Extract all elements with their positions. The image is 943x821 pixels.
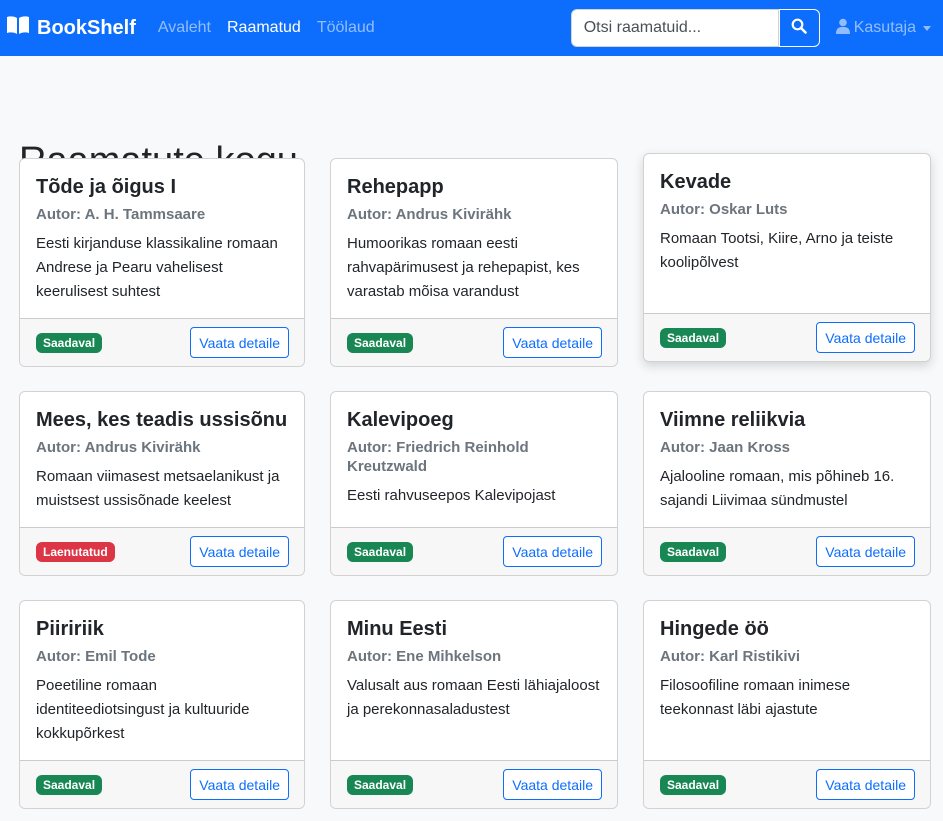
card-footer: Saadaval Vaata detaile	[644, 527, 930, 575]
book-description: Eesti rahvuseepos Kalevipojast	[347, 487, 556, 504]
book-description: Romaan Tootsi, Kiire, Arno ja teiste koo…	[660, 230, 894, 271]
card-footer: Saadaval Vaata detaile	[20, 760, 304, 808]
status-badge: Saadaval	[347, 541, 414, 562]
status-badge: Saadaval	[347, 332, 414, 353]
nav-link-dashboard[interactable]: Töölaud	[317, 19, 375, 37]
book-title: Mees, kes teadis ussisõnu	[36, 409, 288, 431]
brand-name: BookShelf	[37, 16, 136, 39]
view-details-button[interactable]: Vaata detaile	[816, 536, 915, 567]
book-card: Mees, kes teadis ussisõnu Autor: Andrus …	[19, 391, 305, 576]
book-author: Autor: Ene Mihkelson	[347, 648, 502, 665]
book-card: Hingede öö Autor: Karl Ristikivi Filosoo…	[643, 600, 931, 809]
navbar: BookShelf Avaleht Raamatud Töölaud Kasut…	[0, 0, 943, 56]
book-description: Humoorikas romaan eesti rahvapärimusest …	[347, 235, 580, 300]
book-author: Autor: Emil Tode	[36, 648, 156, 665]
view-details-button[interactable]: Vaata detaile	[190, 327, 289, 358]
search-input[interactable]	[570, 9, 779, 47]
nav-link-home[interactable]: Avaleht	[158, 19, 211, 37]
book-description: Poeetiline romaan identiteediotsingust j…	[36, 677, 250, 742]
book-icon	[6, 15, 37, 41]
book-author: Autor: Karl Ristikivi	[660, 648, 801, 665]
book-description: Valusalt aus romaan Eesti lähiajaloost j…	[347, 677, 600, 718]
card-footer: Saadaval Vaata detaile	[644, 313, 930, 361]
status-badge: Saadaval	[36, 774, 103, 795]
card-footer: Saadaval Vaata detaile	[331, 760, 617, 808]
card-footer: Saadaval Vaata detaile	[331, 527, 617, 575]
status-badge: Saadaval	[660, 774, 727, 795]
book-description: Romaan viimasest metsaelanikust ja muist…	[36, 468, 280, 509]
card-footer: Saadaval Vaata detaile	[331, 318, 617, 366]
book-title: Rehepapp	[347, 176, 444, 198]
book-card: Piiririik Autor: Emil Tode Poeetiline ro…	[19, 600, 305, 809]
card-body: Rehepapp Autor: Andrus Kivirähk Humoorik…	[331, 159, 617, 318]
user-icon	[835, 18, 854, 39]
book-author: Autor: Jaan Kross	[660, 439, 791, 456]
card-body: Mees, kes teadis ussisõnu Autor: Andrus …	[20, 392, 304, 527]
brand[interactable]: BookShelf	[6, 15, 136, 41]
book-author: Autor: Friedrich Reinhold Kreutzwald	[347, 439, 529, 475]
status-badge: Saadaval	[660, 541, 727, 562]
book-author: Autor: Andrus Kivirähk	[36, 439, 201, 456]
card-footer: Laenutatud Vaata detaile	[20, 527, 304, 575]
book-grid: Tõde ja õigus I Autor: A. H. Tammsaare E…	[19, 153, 931, 809]
view-details-button[interactable]: Vaata detaile	[503, 536, 602, 567]
book-title: Tõde ja õigus I	[36, 176, 177, 198]
nav-links: Avaleht Raamatud Töölaud	[158, 19, 391, 37]
book-title: Hingede öö	[660, 618, 769, 640]
search-form	[570, 9, 820, 47]
book-card: Kevade Autor: Oskar Luts Romaan Tootsi, …	[643, 153, 931, 362]
search-button[interactable]	[778, 9, 820, 47]
status-badge: Saadaval	[347, 774, 414, 795]
user-label: Kasutaja	[853, 19, 916, 36]
user-menu[interactable]: Kasutaja	[835, 18, 931, 39]
book-title: Viimne reliikvia	[660, 409, 806, 431]
view-details-button[interactable]: Vaata detaile	[190, 536, 289, 567]
book-description: Filosoofiline romaan inimese teekonnast …	[660, 677, 851, 718]
book-card: Viimne reliikvia Autor: Jaan Kross Ajalo…	[643, 391, 931, 576]
book-author: Autor: Andrus Kivirähk	[347, 206, 512, 223]
book-title: Kalevipoeg	[347, 409, 454, 431]
book-title: Piiririik	[36, 618, 104, 640]
book-author: Autor: A. H. Tammsaare	[36, 206, 206, 223]
view-details-button[interactable]: Vaata detaile	[503, 769, 602, 800]
card-body: Kalevipoeg Autor: Friedrich Reinhold Kre…	[331, 392, 617, 527]
view-details-button[interactable]: Vaata detaile	[816, 769, 915, 800]
card-body: Piiririik Autor: Emil Tode Poeetiline ro…	[20, 601, 304, 760]
card-footer: Saadaval Vaata detaile	[644, 760, 930, 808]
card-body: Viimne reliikvia Autor: Jaan Kross Ajalo…	[644, 392, 930, 527]
book-title: Minu Eesti	[347, 618, 448, 640]
book-card: Tõde ja õigus I Autor: A. H. Tammsaare E…	[19, 158, 305, 367]
caret-down-icon	[923, 25, 931, 31]
status-badge: Laenutatud	[36, 541, 115, 562]
book-card: Minu Eesti Autor: Ene Mihkelson Valusalt…	[330, 600, 618, 809]
book-description: Eesti kirjanduse klassikaline romaan And…	[36, 235, 278, 300]
book-card: Kalevipoeg Autor: Friedrich Reinhold Kre…	[330, 391, 618, 576]
search-icon	[791, 18, 808, 39]
card-body: Tõde ja õigus I Autor: A. H. Tammsaare E…	[20, 159, 304, 318]
book-description: Ajalooline romaan, mis põhineb 16. sajan…	[660, 468, 895, 509]
status-badge: Saadaval	[36, 332, 103, 353]
view-details-button[interactable]: Vaata detaile	[816, 322, 915, 353]
nav-link-books[interactable]: Raamatud	[227, 19, 301, 37]
view-details-button[interactable]: Vaata detaile	[503, 327, 602, 358]
book-author: Autor: Oskar Luts	[660, 201, 788, 218]
card-body: Kevade Autor: Oskar Luts Romaan Tootsi, …	[644, 154, 930, 313]
card-footer: Saadaval Vaata detaile	[20, 318, 304, 366]
book-card: Rehepapp Autor: Andrus Kivirähk Humoorik…	[330, 158, 618, 367]
card-body: Hingede öö Autor: Karl Ristikivi Filosoo…	[644, 601, 930, 760]
view-details-button[interactable]: Vaata detaile	[190, 769, 289, 800]
status-badge: Saadaval	[660, 327, 727, 348]
card-body: Minu Eesti Autor: Ene Mihkelson Valusalt…	[331, 601, 617, 760]
book-title: Kevade	[660, 171, 732, 193]
